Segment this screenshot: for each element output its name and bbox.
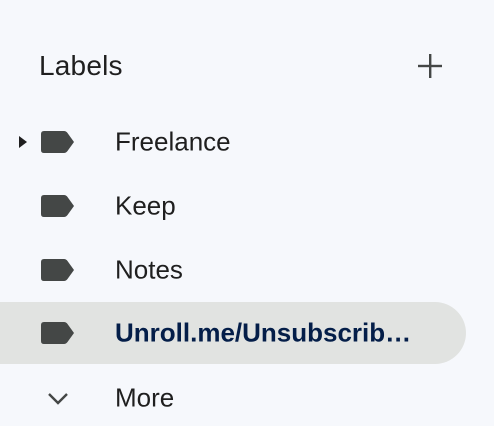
more-button[interactable]: More [0, 367, 466, 426]
more-label: More [115, 382, 175, 413]
label-tag-icon [41, 131, 74, 153]
label-tag-icon [41, 259, 74, 281]
labels-title: Labels [39, 50, 123, 81]
label-item-unroll-me[interactable]: Unroll.me/Unsubscrib… [0, 302, 466, 364]
label-item-notes[interactable]: Notes [0, 239, 466, 301]
label-item-name: Keep [115, 190, 176, 221]
chevron-down-icon [48, 393, 68, 405]
label-tag-icon [41, 322, 74, 344]
labels-header: Labels [39, 44, 459, 88]
label-item-name: Freelance [115, 126, 231, 157]
label-item-name: Unroll.me/Unsubscrib… [115, 317, 412, 348]
label-item-name: Notes [115, 254, 183, 285]
label-item-keep[interactable]: Keep [0, 175, 466, 237]
labels-panel: Labels Freelance Keep Notes Unroll.me/Un… [0, 0, 494, 426]
label-tag-icon [41, 195, 74, 217]
label-item-freelance[interactable]: Freelance [0, 111, 466, 173]
create-label-button[interactable] [406, 46, 454, 86]
plus-icon [418, 54, 442, 78]
expand-arrow-icon[interactable] [16, 134, 30, 150]
